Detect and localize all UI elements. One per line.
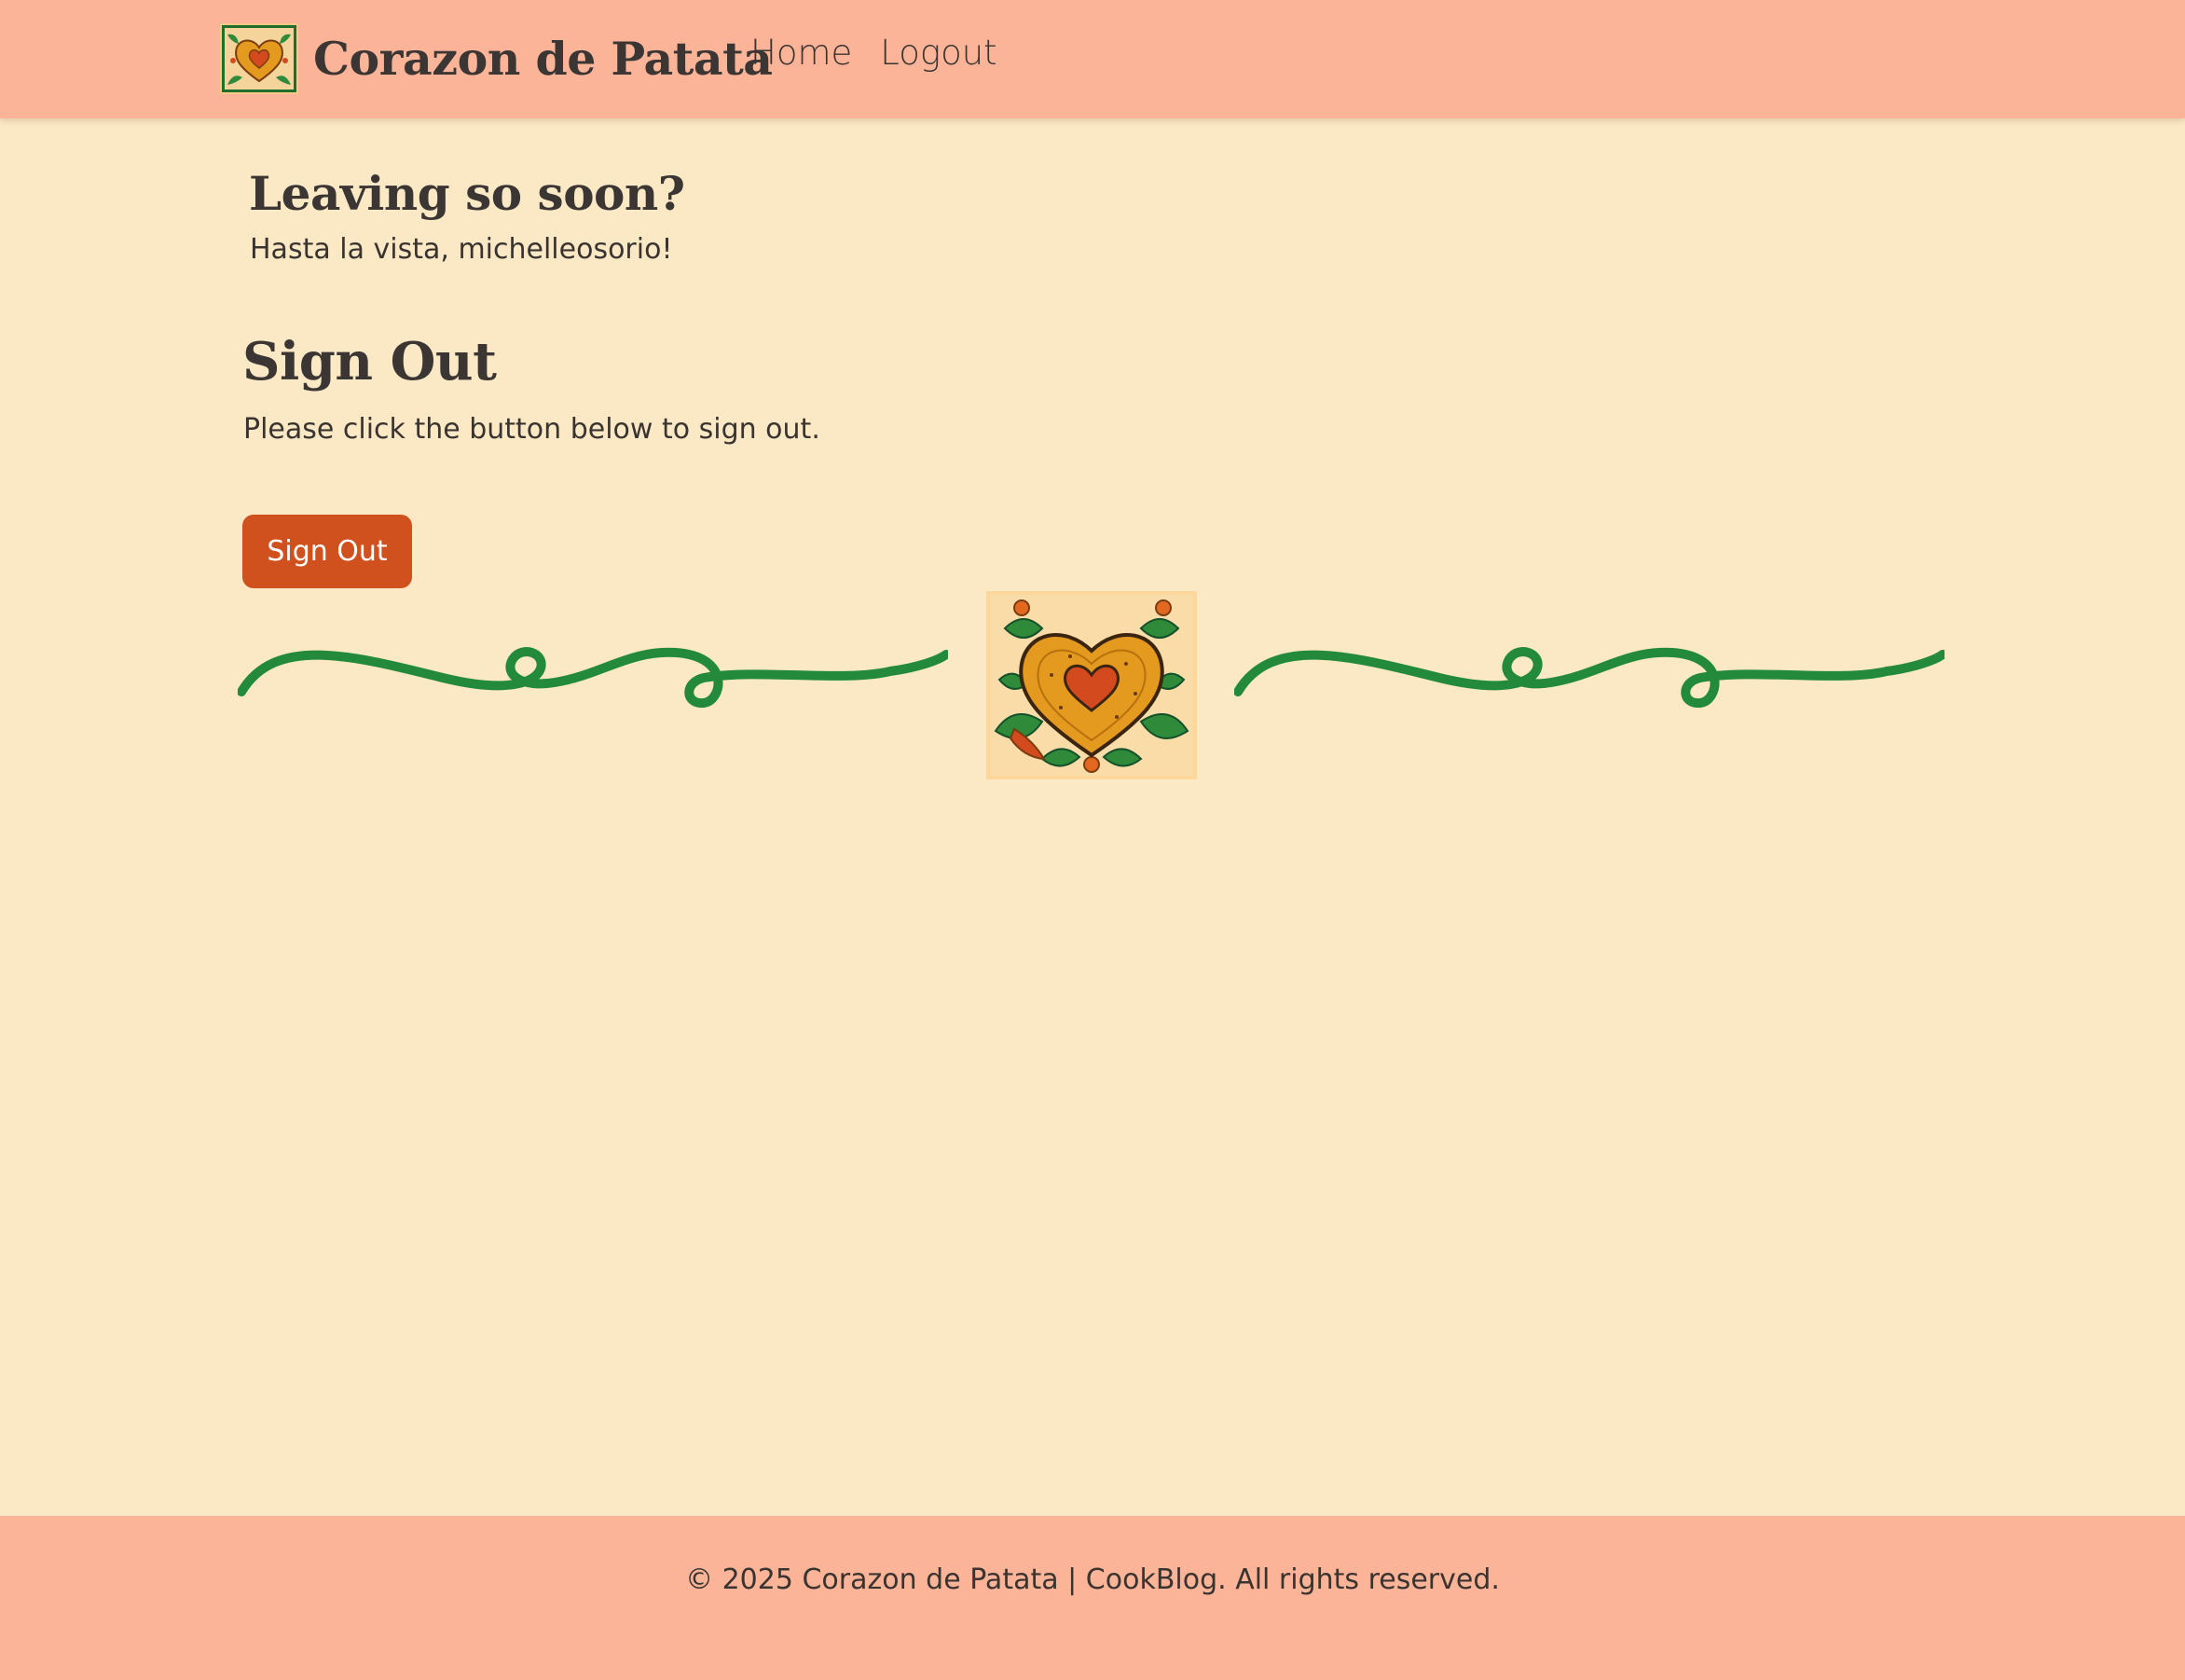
nav-logout-link[interactable]: Logout xyxy=(880,35,996,70)
leaving-subtitle: Hasta la vista, michelleosorio! xyxy=(250,233,673,266)
brand-link[interactable]: Corazon de Patata xyxy=(220,23,773,94)
brand-name: Corazon de Patata xyxy=(313,31,773,86)
signout-description: Please click the button below to sign ou… xyxy=(243,413,820,446)
vine-swirl-icon xyxy=(238,647,948,709)
main-nav: Home Logout xyxy=(750,35,997,70)
signout-title: Sign Out xyxy=(242,331,497,392)
leaving-title: Leaving so soon? xyxy=(249,166,685,221)
footer-copyright: © 2025 Corazon de Patata | CookBlog. All… xyxy=(685,1563,1500,1596)
heart-tile-emblem-icon xyxy=(986,591,1197,779)
sign-out-button[interactable]: Sign Out xyxy=(242,515,412,588)
navbar: Corazon de Patata Home Logout xyxy=(0,0,2185,118)
footer: © 2025 Corazon de Patata | CookBlog. All… xyxy=(0,1516,2185,1680)
page: Corazon de Patata Home Logout Leaving so… xyxy=(0,0,2185,1680)
heart-tile-logo-icon xyxy=(220,23,298,94)
vine-swirl-icon xyxy=(1234,647,1945,709)
decorative-divider xyxy=(238,589,1945,781)
nav-home-link[interactable]: Home xyxy=(750,35,852,70)
